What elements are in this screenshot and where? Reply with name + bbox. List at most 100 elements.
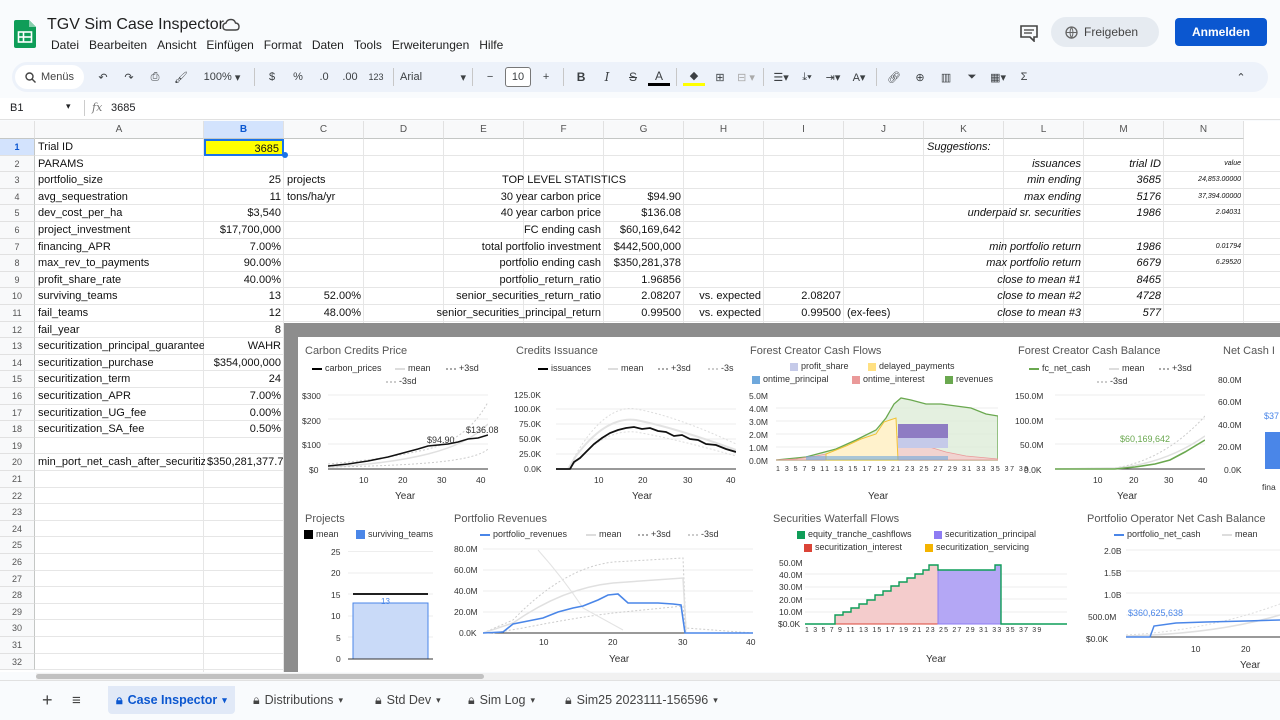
param-label[interactable]: Trial ID bbox=[35, 139, 204, 156]
param-value[interactable]: 7.00% bbox=[204, 388, 284, 405]
borders-icon[interactable]: ⊞ bbox=[709, 66, 731, 88]
row-header-30[interactable]: 30 bbox=[0, 620, 35, 637]
font-size-increase-button[interactable]: + bbox=[535, 66, 557, 88]
suggestion-value[interactable]: 0.01794 bbox=[1164, 239, 1244, 256]
undo-icon[interactable]: ↶ bbox=[92, 66, 114, 88]
row-header-4[interactable]: 4 bbox=[0, 188, 35, 206]
param-label[interactable]: securitization_term bbox=[35, 371, 204, 388]
suggestion-trial-id[interactable]: 577 bbox=[1084, 305, 1164, 322]
chart-securities-waterfall[interactable]: Securities Waterfall Flows equity_tranch… bbox=[763, 507, 1073, 672]
select-all-corner[interactable] bbox=[0, 121, 35, 139]
column-header-l[interactable]: L bbox=[1004, 121, 1084, 139]
chart-fc-cash-balance[interactable]: Forest Creator Cash Balance fc_net_cash … bbox=[1011, 337, 1211, 502]
menu-file[interactable]: Datei bbox=[46, 38, 84, 52]
suggestion-label[interactable]: underpaid sr. securities bbox=[924, 205, 1084, 222]
trial-id-cell[interactable]: 3685 bbox=[204, 139, 284, 156]
chart-portfolio-revenues[interactable]: Portfolio Revenues portfolio_revenues me… bbox=[448, 507, 763, 672]
row-header-25[interactable]: 25 bbox=[0, 537, 35, 554]
menu-tools[interactable]: Tools bbox=[349, 38, 387, 52]
fill-color-icon[interactable]: ◆ bbox=[683, 68, 706, 86]
suggestion-trial-id[interactable]: 1986 bbox=[1084, 239, 1164, 256]
tab-distributions[interactable]: 🔒︎ Distributions ▾ bbox=[245, 686, 351, 714]
stat-value[interactable]: 2.08207 bbox=[604, 288, 684, 305]
row-header-26[interactable]: 26 bbox=[0, 554, 35, 571]
row-header-31[interactable]: 31 bbox=[0, 637, 35, 654]
row-header-14[interactable]: 14 bbox=[0, 354, 35, 372]
stat-label[interactable]: senior_securities_principal_return bbox=[404, 305, 604, 322]
param-label[interactable]: fail_year bbox=[35, 322, 204, 339]
suggestion-label[interactable]: max ending bbox=[924, 189, 1084, 206]
param-label[interactable]: min_port_net_cash_after_securitiza bbox=[35, 454, 205, 471]
text-rotation-icon[interactable]: A▾ bbox=[848, 66, 870, 88]
menu-edit[interactable]: Bearbeiten bbox=[84, 38, 152, 52]
text-wrapping-icon[interactable]: ⇥▾ bbox=[822, 66, 844, 88]
font-size-input[interactable]: 10 bbox=[505, 67, 532, 87]
chart-credits-issuance[interactable]: Credits Issuance issuances mean +3sd -3s… bbox=[508, 337, 743, 502]
stat-value[interactable]: $442,500,000 bbox=[604, 239, 684, 256]
param-label[interactable]: securitization_purchase bbox=[35, 355, 204, 372]
decrease-decimal-button[interactable]: .0 bbox=[313, 66, 335, 88]
suggestion-value[interactable]: 2.04031 bbox=[1164, 205, 1244, 222]
stat-label[interactable]: 40 year carbon price bbox=[404, 205, 604, 222]
font-select[interactable]: Arial ▾ bbox=[400, 66, 466, 88]
insert-link-icon[interactable]: 🔗︎ bbox=[883, 66, 905, 88]
param-label[interactable]: financing_APR bbox=[35, 239, 204, 256]
param-label[interactable]: securitization_UG_fee bbox=[35, 405, 204, 422]
menu-data[interactable]: Daten bbox=[307, 38, 349, 52]
stat-value[interactable]: 0.99500 bbox=[604, 305, 684, 322]
menu-search[interactable]: Menüs bbox=[15, 65, 85, 89]
comment-history-icon[interactable] bbox=[1019, 24, 1039, 42]
chart-operator-net-cash[interactable]: Portfolio Operator Net Cash Balance port… bbox=[1078, 507, 1280, 672]
percent-format-button[interactable]: % bbox=[287, 66, 309, 88]
param-extra[interactable]: 52.00% bbox=[284, 288, 364, 305]
column-header-e[interactable]: E bbox=[444, 121, 524, 139]
font-size-decrease-button[interactable]: − bbox=[479, 66, 501, 88]
menu-format[interactable]: Format bbox=[259, 38, 307, 52]
stat-label[interactable]: portfolio_return_ratio bbox=[404, 272, 604, 289]
increase-decimal-button[interactable]: .00 bbox=[339, 66, 361, 88]
filter-views-icon[interactable]: ▦▾ bbox=[987, 66, 1009, 88]
suggestion-label[interactable]: close to mean #2 bbox=[924, 288, 1084, 305]
suggestion-label[interactable]: close to mean #1 bbox=[924, 272, 1084, 289]
suggestions-header[interactable]: value bbox=[1164, 156, 1244, 173]
param-label[interactable]: project_investment bbox=[35, 222, 204, 239]
column-header-f[interactable]: F bbox=[524, 121, 604, 139]
param-label[interactable]: securitization_principal_guarantee bbox=[35, 338, 204, 355]
tab-case-inspector[interactable]: 🔒︎ Case Inspector ▾ bbox=[108, 686, 235, 714]
chart-carbon-price[interactable]: Carbon Credits Price carbon_prices mean … bbox=[298, 337, 503, 502]
redo-icon[interactable]: ↷ bbox=[118, 66, 140, 88]
param-value[interactable]: $350,281,377.77 bbox=[204, 454, 284, 471]
param-label[interactable]: securitization_APR bbox=[35, 388, 204, 405]
row-header-8[interactable]: 8 bbox=[0, 255, 35, 272]
stats-title[interactable]: TOP LEVEL STATISTICS bbox=[444, 172, 684, 189]
bold-button[interactable]: B bbox=[570, 66, 592, 88]
stat-expected-value[interactable]: 0.99500 bbox=[764, 305, 844, 322]
name-box-dropdown-icon[interactable]: ▾ bbox=[66, 101, 71, 112]
param-value[interactable]: 12 bbox=[204, 305, 284, 322]
italic-button[interactable]: I bbox=[596, 66, 618, 88]
row-header-10[interactable]: 10 bbox=[0, 288, 35, 305]
column-header-a[interactable]: A bbox=[35, 121, 204, 139]
row-header-5[interactable]: 5 bbox=[0, 205, 35, 222]
suggestion-value[interactable]: 6.29520 bbox=[1164, 255, 1244, 272]
row-header-19[interactable]: 19 bbox=[0, 437, 35, 455]
suggestion-label[interactable]: min ending bbox=[924, 172, 1084, 189]
param-extra[interactable]: tons/ha/yr bbox=[284, 189, 364, 206]
row-header-16[interactable]: 16 bbox=[0, 388, 35, 405]
param-extra[interactable]: 48.00% bbox=[284, 305, 364, 322]
suggestion-trial-id[interactable]: 8465 bbox=[1084, 272, 1164, 289]
suggestion-trial-id[interactable]: 3685 bbox=[1084, 172, 1164, 189]
row-header-24[interactable]: 24 bbox=[0, 520, 35, 538]
row-header-20[interactable]: 20 bbox=[0, 454, 35, 471]
suggestion-label[interactable]: close to mean #3 bbox=[924, 305, 1084, 322]
stat-value[interactable]: $60,169,642 bbox=[604, 222, 684, 239]
stat-value[interactable]: 1.96856 bbox=[604, 272, 684, 289]
suggestion-trial-id[interactable]: 6679 bbox=[1084, 255, 1164, 272]
param-label[interactable]: dev_cost_per_ha bbox=[35, 205, 204, 222]
suggestion-trial-id[interactable]: 1986 bbox=[1084, 205, 1164, 222]
column-header-h[interactable]: H bbox=[684, 121, 764, 139]
paint-format-icon[interactable]: 🖌︎ bbox=[170, 66, 192, 88]
functions-button[interactable]: Σ bbox=[1013, 66, 1035, 88]
param-value[interactable]: 24 bbox=[204, 371, 284, 388]
column-header-c[interactable]: C bbox=[284, 121, 364, 139]
